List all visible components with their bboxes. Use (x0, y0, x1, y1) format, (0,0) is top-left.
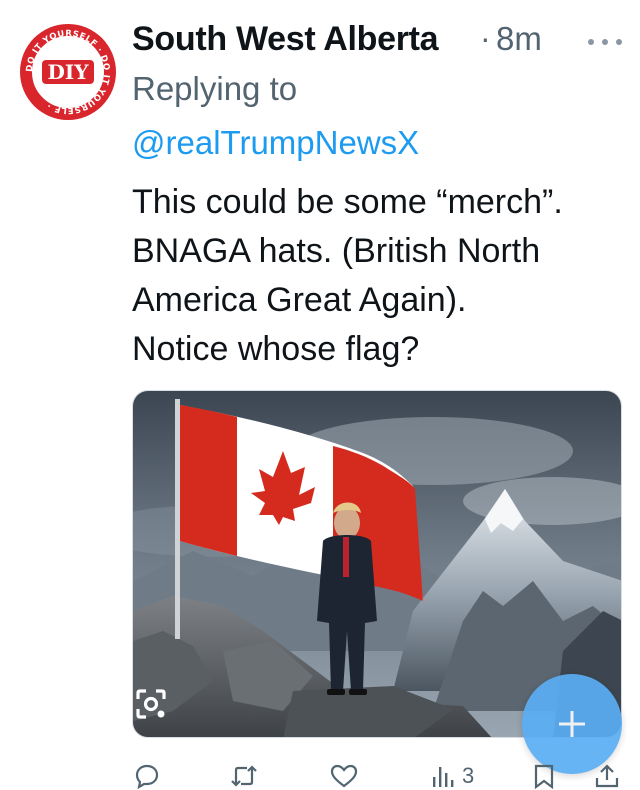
share-button[interactable] (594, 762, 620, 790)
post-actions: 3 (132, 760, 622, 790)
post-header: South West Alberta · 8m (132, 16, 622, 66)
replying-to-label: Replying to (132, 70, 298, 107)
reply-icon (135, 764, 159, 789)
like-button[interactable] (330, 762, 358, 790)
views-icon (433, 767, 454, 787)
views-count: 3 (462, 763, 475, 788)
reply-button[interactable] (134, 762, 160, 790)
more-dot-icon (616, 39, 622, 45)
repost-icon (231, 765, 257, 787)
post-text-line: This could be some “merch”. (132, 183, 563, 221)
author-name[interactable]: South West Alberta (132, 20, 439, 59)
more-dot-icon (588, 39, 594, 45)
more-dot-icon (602, 39, 608, 45)
header-separator: · (480, 20, 491, 56)
views-button[interactable]: 3 (430, 762, 474, 790)
bookmark-button[interactable] (532, 762, 556, 790)
compose-button[interactable] (522, 674, 622, 774)
like-icon (330, 764, 358, 788)
repost-button[interactable] (230, 762, 258, 790)
post-text: This could be some “merch”. BNAGA hats. … (132, 178, 632, 374)
share-icon (595, 764, 619, 788)
post-text-line: BNAGA hats. (British North (132, 232, 541, 270)
replying-to-handle[interactable]: @realTrumpNewsX (132, 124, 419, 162)
post-text-line: Notice whose flag? (132, 330, 420, 368)
bookmark-icon (534, 764, 554, 789)
more-options-button[interactable] (588, 32, 622, 52)
visual-search-icon[interactable] (132, 682, 170, 726)
post-timestamp[interactable]: 8m (496, 20, 542, 58)
post-text-line: America Great Again). (132, 281, 467, 319)
plus-icon (559, 711, 585, 737)
author-avatar[interactable]: DO IT YOURSELF · DO IT YOURSELF · DIY (20, 24, 116, 120)
avatar-logo-text: DIY (48, 60, 90, 84)
